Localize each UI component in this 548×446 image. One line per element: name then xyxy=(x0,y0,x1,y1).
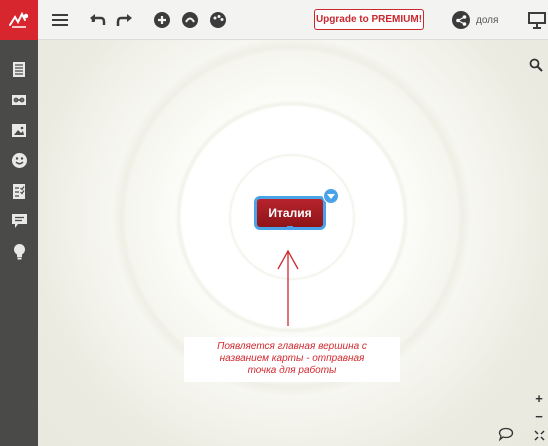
zoom-out-button[interactable]: − xyxy=(532,409,546,424)
fit-screen-icon[interactable] xyxy=(532,428,546,442)
left-sidebar xyxy=(0,40,38,446)
present-icon[interactable] xyxy=(527,10,547,30)
share-icon xyxy=(452,11,470,29)
style-icon[interactable] xyxy=(180,10,200,30)
menu-icon[interactable] xyxy=(50,10,70,30)
idea-icon[interactable] xyxy=(9,242,29,262)
comment-icon[interactable] xyxy=(9,211,29,231)
upgrade-premium-button[interactable]: Upgrade to PREMIUM! xyxy=(314,9,424,30)
palette-icon[interactable] xyxy=(208,10,228,30)
annotation-line: точка для работы xyxy=(247,365,337,376)
annotation-line: Появляется главная вершина с xyxy=(217,341,367,352)
annotation-line: названием карты - отправная xyxy=(219,353,365,364)
root-node[interactable]: Италия xyxy=(254,196,326,230)
chat-icon[interactable] xyxy=(498,427,514,442)
node-menu-toggle[interactable] xyxy=(323,188,339,204)
link-icon[interactable] xyxy=(9,90,29,110)
notes-icon[interactable] xyxy=(9,59,29,79)
arrow-up-icon xyxy=(277,249,299,326)
zoom-in-button[interactable]: + xyxy=(532,391,546,406)
top-toolbar: Upgrade to PREMIUM! доля xyxy=(0,0,548,40)
redo-icon[interactable] xyxy=(114,10,134,30)
add-node-icon[interactable] xyxy=(152,10,172,30)
logo-icon[interactable] xyxy=(0,0,38,40)
share-label: доля xyxy=(476,14,499,26)
task-icon[interactable] xyxy=(9,181,29,201)
annotation-note: Появляется главная вершина с названием к… xyxy=(184,337,400,382)
undo-icon[interactable] xyxy=(88,10,108,30)
chevron-down-icon xyxy=(327,193,335,199)
emoji-icon[interactable] xyxy=(9,150,29,170)
search-icon[interactable] xyxy=(529,58,543,72)
mindmap-canvas[interactable]: Италия Появляется главная вершина с назв… xyxy=(38,40,548,446)
share-button[interactable]: доля xyxy=(452,10,498,30)
image-icon[interactable] xyxy=(9,120,29,140)
